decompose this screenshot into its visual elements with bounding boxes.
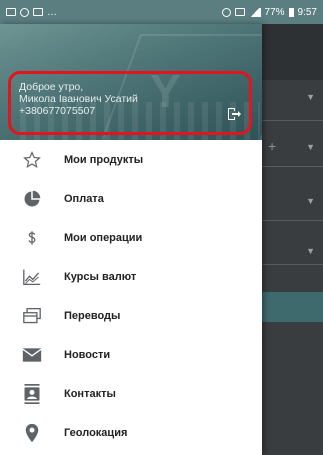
- dropdown-arrow-icon: ▼: [306, 142, 315, 152]
- menu-item-transfers[interactable]: Переводы: [0, 296, 262, 335]
- menu-item-my-products[interactable]: Мои продукты: [0, 140, 262, 179]
- battery-percent: 77%: [264, 6, 285, 18]
- dropdown-arrow-icon: ▼: [306, 92, 315, 102]
- drawer-header: Y Доброе утро, Микола Іванович Усатий +3…: [0, 24, 262, 140]
- dollar-icon: [0, 229, 64, 247]
- pie-chart-icon: [0, 190, 64, 208]
- status-bar: … 77% 9:57: [0, 0, 323, 24]
- signal-icon: [248, 7, 261, 17]
- background-app: ▼ + ▼ ▼ ▼: [260, 24, 323, 455]
- sim-icon: [234, 8, 245, 16]
- menu-item-label: Мои продукты: [64, 153, 144, 166]
- app-action-button: [260, 292, 323, 322]
- contacts-icon: [0, 383, 64, 404]
- status-left: …: [6, 7, 58, 18]
- field-divider: [260, 220, 323, 221]
- menu-item-contacts[interactable]: Контакты: [0, 374, 262, 413]
- greeting-text: Доброе утро,: [19, 81, 84, 93]
- alarm-icon: [221, 7, 231, 17]
- menu-item-label: Контакты: [64, 387, 116, 400]
- field-divider: [260, 166, 323, 167]
- image-notification-icon: [6, 8, 16, 16]
- app-toolbar: [260, 24, 323, 80]
- menu-item-label: Мои операции: [64, 231, 143, 244]
- menu-item-exchange-rates[interactable]: Курсы валют: [0, 257, 262, 296]
- user-phone: +380677075507: [19, 105, 96, 117]
- status-right: 77% 9:57: [221, 6, 317, 18]
- clock: 9:57: [297, 6, 317, 18]
- transfer-icon: [0, 307, 64, 325]
- star-icon: [0, 150, 64, 169]
- battery-icon: [288, 7, 294, 17]
- menu-item-geolocation[interactable]: Геолокация: [0, 413, 262, 452]
- location-pin-icon: [0, 423, 64, 443]
- menu-item-label: Геолокация: [64, 426, 128, 439]
- menu-item-label: Курсы валют: [64, 270, 137, 283]
- message-notification-icon: [33, 8, 43, 16]
- menu-item-label: Новости: [64, 348, 111, 361]
- navigation-drawer: Y Доброе утро, Микола Іванович Усатий +3…: [0, 24, 262, 455]
- field-divider: [260, 120, 323, 121]
- menu-item-my-operations[interactable]: Мои операции: [0, 218, 262, 257]
- menu-item-label: Оплата: [64, 192, 104, 205]
- more-notifications-icon: …: [47, 6, 58, 18]
- field-divider: [260, 264, 323, 265]
- mail-icon: [0, 347, 64, 363]
- dropdown-arrow-icon: ▼: [306, 246, 315, 256]
- viber-notification-icon: [20, 7, 29, 17]
- dropdown-arrow-icon: ▼: [306, 196, 315, 206]
- drawer-menu: Мои продукты Оплата Мои операции Курсы в…: [0, 140, 262, 452]
- menu-item-label: Переводы: [64, 309, 121, 322]
- menu-item-news[interactable]: Новости: [0, 335, 262, 374]
- menu-item-payment[interactable]: Оплата: [0, 179, 262, 218]
- user-name: Микола Іванович Усатий: [19, 93, 138, 105]
- chart-line-icon: [0, 268, 64, 286]
- user-info-highlight: Доброе утро, Микола Іванович Усатий +380…: [8, 71, 252, 135]
- plus-icon: +: [268, 138, 277, 154]
- logout-icon[interactable]: [226, 106, 242, 122]
